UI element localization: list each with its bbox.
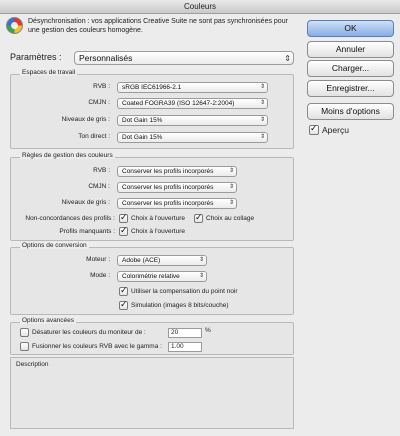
select-arrows-icon: ⇕: [259, 117, 265, 123]
description-title: Description: [16, 361, 49, 368]
policy-gray-select[interactable]: Conserver les profils incorporés ⇕: [117, 198, 237, 209]
ws-cmyk-label: CMJN :: [88, 99, 110, 106]
missing-open-checkbox[interactable]: [119, 225, 128, 236]
ws-spot-select[interactable]: Dot Gain 15% ⇕: [117, 132, 268, 143]
fewer-options-button[interactable]: Moins d'options: [307, 103, 394, 120]
window-title: Couleurs: [183, 2, 216, 11]
select-arrows-icon: ⇕: [259, 134, 265, 140]
desaturate-checkbox[interactable]: [20, 328, 29, 337]
select-arrows-icon: ⇕: [198, 257, 204, 263]
intent-label: Mode :: [90, 272, 110, 279]
select-arrows-icon: ⇕: [228, 168, 234, 174]
select-arrows-icon: ⇕: [228, 200, 234, 206]
mismatch-paste-label: Choix au collage: [206, 215, 255, 222]
policy-cmyk-label: CMJN :: [88, 183, 110, 190]
ws-gray-select[interactable]: Dot Gain 15% ⇕: [117, 115, 268, 126]
ws-spot-value: Dot Gain 15%: [122, 134, 163, 141]
policy-rgb-select[interactable]: Conserver les profils incorporés ⇕: [117, 166, 237, 177]
settings-select[interactable]: Personnalisés ⇕: [74, 51, 294, 65]
select-arrows-icon: ⇕: [259, 84, 265, 90]
ws-rgb-value: sRGB IEC61966-2.1: [122, 84, 182, 91]
desaturate-input[interactable]: 20: [168, 328, 202, 338]
engine-select[interactable]: Adobe (ACE) ⇕: [117, 255, 207, 266]
color-policies-title: Règles de gestion des couleurs: [20, 152, 115, 159]
engine-value: Adobe (ACE): [122, 257, 161, 264]
policy-cmyk-select[interactable]: Conserver les profils incorporés ⇕: [117, 182, 237, 193]
ws-cmyk-value: Coated FOGRA39 (ISO 12647-2:2004): [122, 100, 235, 107]
black-point-label: Utiliser la compensation du point noir: [131, 288, 238, 295]
policy-gray-value: Conserver les profils incorporés: [122, 200, 214, 207]
ws-rgb-select[interactable]: sRGB IEC61966-2.1 ⇕: [117, 82, 268, 93]
select-arrows-icon: ⇕: [198, 273, 204, 279]
color-sync-icon: [6, 17, 23, 34]
mismatch-open-label: Choix à l'ouverture: [131, 215, 185, 222]
cancel-button[interactable]: Annuler: [307, 41, 394, 58]
desaturate-unit: %: [205, 327, 211, 334]
settings-label: Paramètres :: [10, 52, 62, 62]
ws-spot-label: Ton direct :: [78, 133, 110, 140]
dither-checkbox[interactable]: [119, 299, 128, 310]
advanced-options-title: Options avancées: [20, 317, 77, 324]
mismatch-open-checkbox[interactable]: [119, 212, 128, 223]
missing-profiles-label: Profils manquants :: [59, 228, 115, 235]
ok-button[interactable]: OK: [307, 20, 394, 37]
desaturate-label: Désaturer les couleurs du moniteur de :: [32, 329, 146, 336]
select-arrows-icon: ⇕: [228, 184, 234, 190]
ws-rgb-label: RVB :: [93, 83, 110, 90]
blend-gamma-label: Fusionner les couleurs RVB avec le gamma…: [32, 343, 162, 350]
description-panel: [10, 357, 294, 429]
missing-open-label: Choix à l'ouverture: [131, 228, 185, 235]
window-title-bar: Couleurs: [0, 0, 400, 14]
conversion-options-title: Options de conversion: [20, 242, 89, 249]
engine-label: Moteur :: [86, 256, 110, 263]
intent-select[interactable]: Colorimétrie relative ⇕: [117, 271, 207, 282]
ws-gray-value: Dot Gain 15%: [122, 117, 163, 124]
sync-status-text: Désynchronisation : vos applications Cre…: [28, 18, 288, 34]
blend-gamma-checkbox[interactable]: [20, 342, 29, 351]
policy-rgb-value: Conserver les profils incorporés: [122, 168, 214, 175]
working-spaces-title: Espaces de travail: [20, 69, 78, 76]
policy-gray-label: Niveaux de gris :: [61, 199, 110, 206]
intent-value: Colorimétrie relative: [122, 273, 180, 280]
mismatch-paste-checkbox[interactable]: [194, 212, 203, 223]
black-point-checkbox[interactable]: [119, 285, 128, 296]
load-button[interactable]: Charger...: [307, 60, 394, 77]
preview-label: Aperçu: [322, 125, 349, 135]
policy-cmyk-value: Conserver les profils incorporés: [122, 184, 214, 191]
select-arrows-icon: ⇕: [259, 100, 265, 106]
preview-checkbox[interactable]: [309, 123, 319, 135]
settings-value: Personnalisés: [79, 53, 133, 63]
ws-gray-label: Niveaux de gris :: [61, 116, 110, 123]
advanced-options-group: [10, 322, 294, 355]
profile-mismatch-label: Non-concordances des profils :: [25, 215, 115, 222]
select-arrows-icon: ⇕: [284, 54, 291, 63]
save-button[interactable]: Enregistrer...: [307, 80, 394, 97]
policy-rgb-label: RVB :: [93, 167, 110, 174]
blend-gamma-input[interactable]: 1.00: [168, 342, 202, 352]
ws-cmyk-select[interactable]: Coated FOGRA39 (ISO 12647-2:2004) ⇕: [117, 98, 268, 109]
dither-label: Simulation (images 8 bits/couche): [131, 302, 229, 309]
